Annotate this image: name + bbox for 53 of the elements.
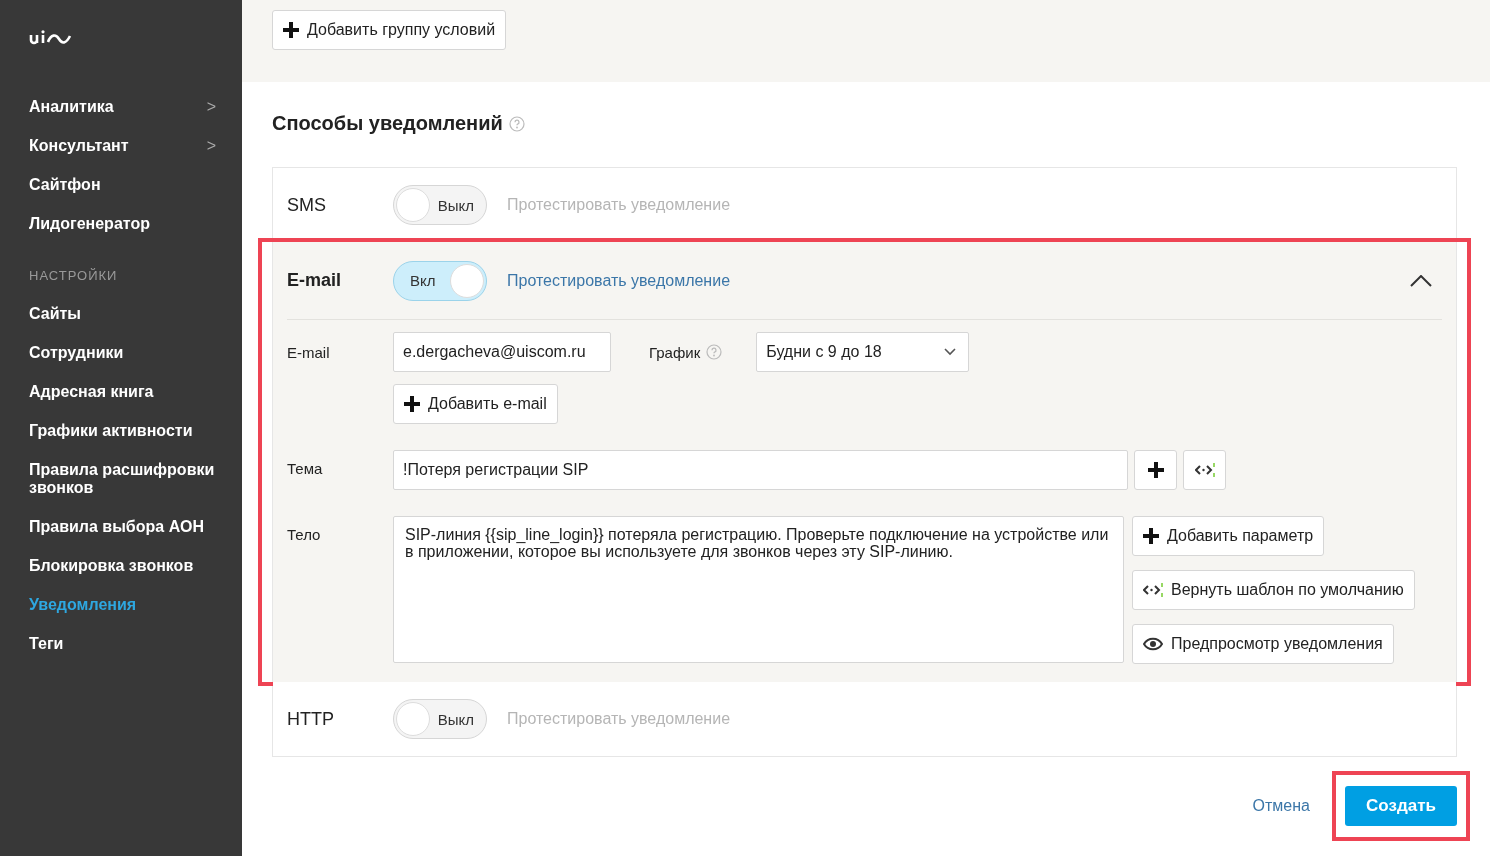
toggle-switch[interactable]: Вкл xyxy=(393,260,487,301)
help-icon xyxy=(508,115,525,132)
help-icon xyxy=(706,344,723,360)
field-label: График xyxy=(649,343,701,361)
toggle-switch[interactable]: Выкл xyxy=(393,185,487,225)
cancel-link[interactable]: Отмена xyxy=(1252,797,1310,815)
arrow-glyph: > xyxy=(206,137,216,155)
channel-name: E-mail xyxy=(287,270,343,291)
sidebar-item[interactable]: Аналитика > xyxy=(29,98,242,116)
code-icon xyxy=(1194,463,1215,477)
subject-field[interactable]: !Потеря регистрации SIP xyxy=(393,450,1128,490)
channel-name: SMS xyxy=(287,194,327,216)
arrow-glyph: > xyxy=(206,98,216,116)
plus-icon xyxy=(283,22,299,38)
sidebar-item[interactable]: Теги xyxy=(29,635,242,653)
add-parameter-button[interactable]: Добавить параметр xyxy=(1132,516,1325,556)
eye-icon xyxy=(1143,637,1163,651)
plus-icon xyxy=(1147,462,1164,478)
preview-button[interactable]: Предпросмотр уведомления xyxy=(1132,624,1394,664)
field-label: E-mail xyxy=(287,343,331,363)
sidebar-item[interactable]: Консультант > xyxy=(29,137,242,155)
reset-template-button[interactable]: Вернуть шаблон по умолчанию xyxy=(1132,570,1415,610)
body-field[interactable]: SIP-линия {{sip_line_login}} потеряла регистрацию. Проверьте подключение на устройстве или в приложении, которое вы используете для звонков через эту SIP-линию. xyxy=(393,516,1124,663)
test-link[interactable]: Протестировать уведомление xyxy=(507,271,731,290)
sidebar-item[interactable]: Сайтфон xyxy=(29,176,242,194)
chevron-up-icon[interactable] xyxy=(1410,274,1432,287)
sidebar-item[interactable]: Лидогенератор xyxy=(29,215,242,233)
toggle-switch[interactable]: Выкл xyxy=(393,699,487,739)
add-email-button[interactable]: Добавить e-mail xyxy=(393,384,558,424)
sidebar-item[interactable]: Правила расшифровки звонков xyxy=(29,461,242,497)
schedule-dropdown[interactable]: Будни с 9 до 18 xyxy=(756,332,970,372)
sidebar-item[interactable]: Блокировка звонков xyxy=(29,557,242,575)
sidebar-item[interactable]: Правила выбора АОН xyxy=(29,518,242,536)
add-group-button[interactable]: Добавить группу условий xyxy=(272,10,507,50)
field-label: Тело xyxy=(287,525,322,545)
sidebar-item[interactable]: Адресная книга xyxy=(29,383,242,401)
sidebar-label: Аналитика xyxy=(29,98,114,116)
section-label: НАСТРОЙКИ xyxy=(29,268,119,283)
sidebar-item[interactable]: Сотрудники xyxy=(29,344,242,362)
code-button[interactable] xyxy=(1183,450,1226,490)
field-label: Тема xyxy=(287,459,324,479)
add-button[interactable] xyxy=(1134,450,1177,490)
channel-name: HTTP xyxy=(287,708,335,730)
sidebar-item[interactable]: Уведомления xyxy=(29,596,242,614)
plus-icon xyxy=(404,396,420,412)
email-field[interactable]: e.dergacheva@uiscom.ru xyxy=(393,332,611,372)
section-title: Способы уведомлений xyxy=(272,112,503,135)
code-icon xyxy=(1143,583,1163,597)
plus-icon xyxy=(1143,528,1159,544)
sidebar-item[interactable]: Сайты xyxy=(29,305,242,323)
sidebar-item[interactable]: Графики активности xyxy=(29,422,242,440)
sidebar-label: Консультант xyxy=(29,137,129,155)
caret-icon xyxy=(944,348,957,356)
